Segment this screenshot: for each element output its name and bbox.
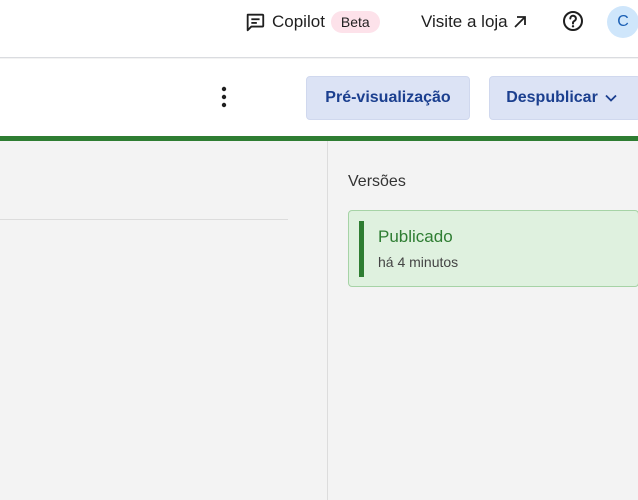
unpublish-button[interactable]: Despublicar [489,76,638,120]
content-divider [0,219,288,220]
version-status: Publicado [378,227,453,246]
chat-bubble-icon [246,13,265,32]
visit-store-link[interactable]: Visite a loja [421,9,528,35]
beta-badge: Beta [330,11,380,33]
help-circle-icon[interactable] [562,10,584,32]
panel-divider [327,141,328,500]
version-item[interactable]: Publicado há 4 minutos [348,210,638,287]
copilot-label: Copilot [272,12,325,31]
preview-button[interactable]: Pré-visualização [306,76,470,120]
version-time: há 4 minutos [378,254,459,270]
copilot-button[interactable]: Copilot Beta [244,9,380,35]
editor-canvas [0,141,327,500]
arrow-up-right-icon [514,16,526,28]
unpublish-label: Despublicar [506,89,598,106]
user-avatar[interactable]: C [607,6,638,38]
visit-store-label: Visite a loja [421,12,508,31]
versions-title: Versões [348,173,406,190]
version-status-bar [359,221,364,277]
chevron-down-icon [605,94,617,102]
more-vertical-icon[interactable] [214,84,234,110]
